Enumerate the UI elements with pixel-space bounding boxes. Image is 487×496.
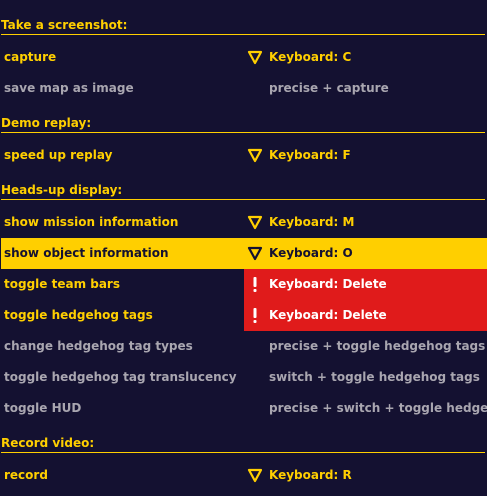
binding-label: precise + switch + toggle hedgeh... xyxy=(269,401,487,415)
binding-label: Keyboard: M xyxy=(269,215,355,229)
triangle-down-icon xyxy=(247,468,263,483)
action-label: save map as image xyxy=(4,81,134,95)
binding-label: Keyboard: Delete xyxy=(269,308,387,322)
action-label: show mission information xyxy=(4,215,179,229)
section-header-demo: Demo replay: xyxy=(1,116,485,133)
binding-label: switch + toggle hedgehog tags xyxy=(269,370,480,384)
binding-row-hedgehog-tags[interactable]: toggle hedgehog tags Keyboard: Delete xyxy=(0,300,487,331)
binding-row-save-map[interactable]: save map as image precise + capture xyxy=(0,73,487,104)
binding-row-mission-info[interactable]: show mission information Keyboard: M xyxy=(0,207,487,238)
binding-label: Keyboard: F xyxy=(269,148,351,162)
binding-button[interactable]: Keyboard: Delete xyxy=(244,269,487,300)
binding-button[interactable]: Keyboard: M xyxy=(244,207,487,238)
binding-row-capture[interactable]: capture Keyboard: C xyxy=(0,42,487,73)
section-header-record: Record video: xyxy=(1,436,485,453)
warning-icon xyxy=(253,308,257,323)
action-label: change hedgehog tag types xyxy=(4,339,193,353)
section-header-hud: Heads-up display: xyxy=(1,183,485,200)
binding-button[interactable]: Keyboard: Delete xyxy=(244,300,487,331)
triangle-down-icon xyxy=(247,215,263,230)
binding-label: precise + capture xyxy=(269,81,389,95)
binding-button[interactable]: switch + toggle hedgehog tags xyxy=(244,362,487,393)
binding-button[interactable]: precise + toggle hedgehog tags xyxy=(244,331,487,362)
binding-button[interactable]: Keyboard: C xyxy=(244,42,487,73)
triangle-down-icon xyxy=(247,246,263,261)
binding-button[interactable]: Keyboard: R xyxy=(244,460,487,491)
binding-label: Keyboard: O xyxy=(269,246,353,260)
action-label: toggle team bars xyxy=(4,277,120,291)
binding-label: precise + toggle hedgehog tags xyxy=(269,339,486,353)
action-label: speed up replay xyxy=(4,148,113,162)
binding-button[interactable]: Keyboard: O xyxy=(244,238,487,269)
binding-row-object-info[interactable]: show object information Keyboard: O xyxy=(1,238,487,269)
binding-row-tag-types[interactable]: change hedgehog tag types precise + togg… xyxy=(0,331,487,362)
binding-row-record[interactable]: record Keyboard: R xyxy=(0,460,487,491)
action-label: toggle hedgehog tags xyxy=(4,308,153,322)
binding-row-tag-translucency[interactable]: toggle hedgehog tag translucency switch … xyxy=(0,362,487,393)
triangle-down-icon xyxy=(247,50,263,65)
binding-row-speed-up[interactable]: speed up replay Keyboard: F xyxy=(0,140,487,171)
action-label: capture xyxy=(4,50,57,64)
binding-row-toggle-hud[interactable]: toggle HUD precise + switch + toggle hed… xyxy=(0,393,487,424)
warning-icon xyxy=(253,277,257,292)
binding-button[interactable]: precise + switch + toggle hedgeh... xyxy=(244,393,487,424)
action-label: show object information xyxy=(4,246,169,260)
action-label: toggle HUD xyxy=(4,401,82,415)
binding-button[interactable]: Keyboard: F xyxy=(244,140,487,171)
binding-label: Keyboard: C xyxy=(269,50,352,64)
binding-row-team-bars[interactable]: toggle team bars Keyboard: Delete xyxy=(0,269,487,300)
binding-label: Keyboard: R xyxy=(269,468,352,482)
binding-button[interactable]: precise + capture xyxy=(244,73,487,104)
section-header-screenshot: Take a screenshot: xyxy=(1,18,485,35)
action-label: toggle hedgehog tag translucency xyxy=(4,370,237,384)
action-label: record xyxy=(4,468,48,482)
binding-label: Keyboard: Delete xyxy=(269,277,387,291)
triangle-down-icon xyxy=(247,148,263,163)
